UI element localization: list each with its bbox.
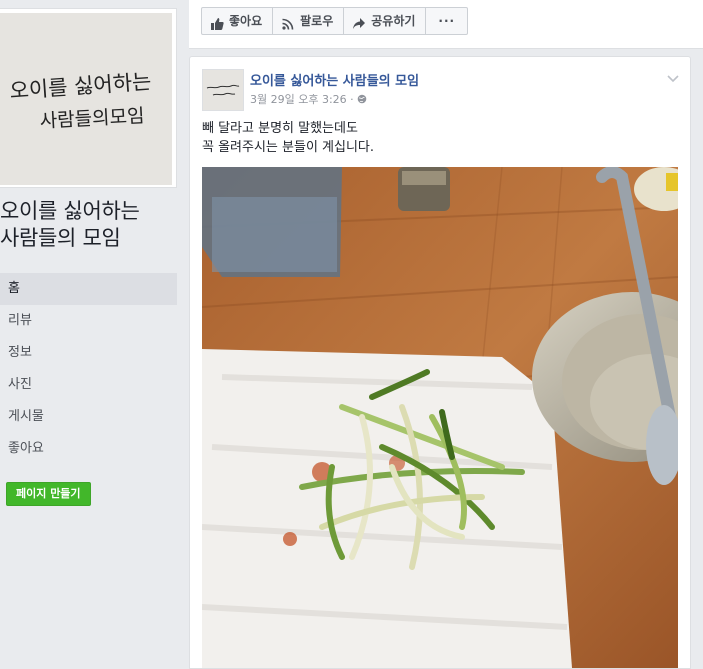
post-text-line2: 꼭 올려주시는 분들이 계십니다.	[202, 140, 375, 155]
sidebar-item-about[interactable]: 정보	[0, 337, 177, 369]
sidebar-item-posts[interactable]: 게시물	[0, 401, 177, 433]
rss-icon	[281, 14, 295, 30]
profile-card: 오이를 싫어하는 사람들의모임	[0, 8, 177, 188]
more-icon: ···	[438, 14, 456, 28]
follow-label: 팔로우	[300, 14, 334, 28]
sidebar-nav: 홈 리뷰 정보 사진 게시물 좋아요	[0, 273, 177, 465]
post-options-button[interactable]	[666, 69, 680, 83]
page-title-line2: 사람들의 모임	[0, 226, 121, 250]
like-label: 좋아요	[229, 14, 263, 28]
create-page-button[interactable]: 페이지 만들기	[6, 482, 91, 506]
sidebar-item-reviews[interactable]: 리뷰	[0, 305, 177, 337]
post-author-link[interactable]: 오이를 싫어하는 사람들의 모임	[250, 70, 419, 89]
like-button[interactable]: 좋아요	[201, 7, 274, 35]
page-action-bar: 좋아요 팔로우 공유하기 ···	[189, 0, 703, 49]
post-message: 빼 달라고 분명히 말했는데도 꼭 올려주시는 분들이 계십니다.	[202, 119, 672, 157]
post-card: 오이를 싫어하는 사람들의 모임 3월 29일 오후 3:26 · 빼 달라고 …	[189, 56, 691, 669]
globe-icon[interactable]	[357, 94, 367, 104]
post-meta: 3월 29일 오후 3:26 ·	[250, 91, 367, 107]
post-text-line1: 빼 달라고 분명히 말했는데도	[202, 121, 358, 136]
sidebar-item-photos[interactable]: 사진	[0, 369, 177, 401]
chevron-down-icon	[667, 75, 679, 83]
left-column: 오이를 싫어하는 사람들의모임 오이를 싫어하는 사람들의 모임 홈 리뷰 정보…	[0, 0, 188, 667]
post-avatar[interactable]	[202, 69, 244, 111]
page-title-line1: 오이를 싫어하는	[0, 199, 140, 223]
thumbs-up-icon	[210, 14, 224, 30]
profile-picture[interactable]: 오이를 싫어하는 사람들의모임	[0, 13, 172, 185]
more-button[interactable]: ···	[425, 7, 469, 35]
share-label: 공유하기	[371, 14, 416, 28]
post-timestamp[interactable]: 3월 29일 오후 3:26 ·	[250, 91, 354, 107]
share-button[interactable]: 공유하기	[343, 7, 427, 35]
follow-button[interactable]: 팔로우	[272, 7, 345, 35]
post-photo[interactable]	[202, 167, 678, 668]
sidebar-item-likes[interactable]: 좋아요	[0, 433, 177, 465]
page-title[interactable]: 오이를 싫어하는 사람들의 모임	[0, 198, 180, 252]
sidebar-item-home[interactable]: 홈	[0, 273, 177, 305]
share-arrow-icon	[352, 14, 366, 29]
action-buttons: 좋아요 팔로우 공유하기 ···	[201, 7, 469, 35]
cucumber-photo	[202, 167, 678, 668]
